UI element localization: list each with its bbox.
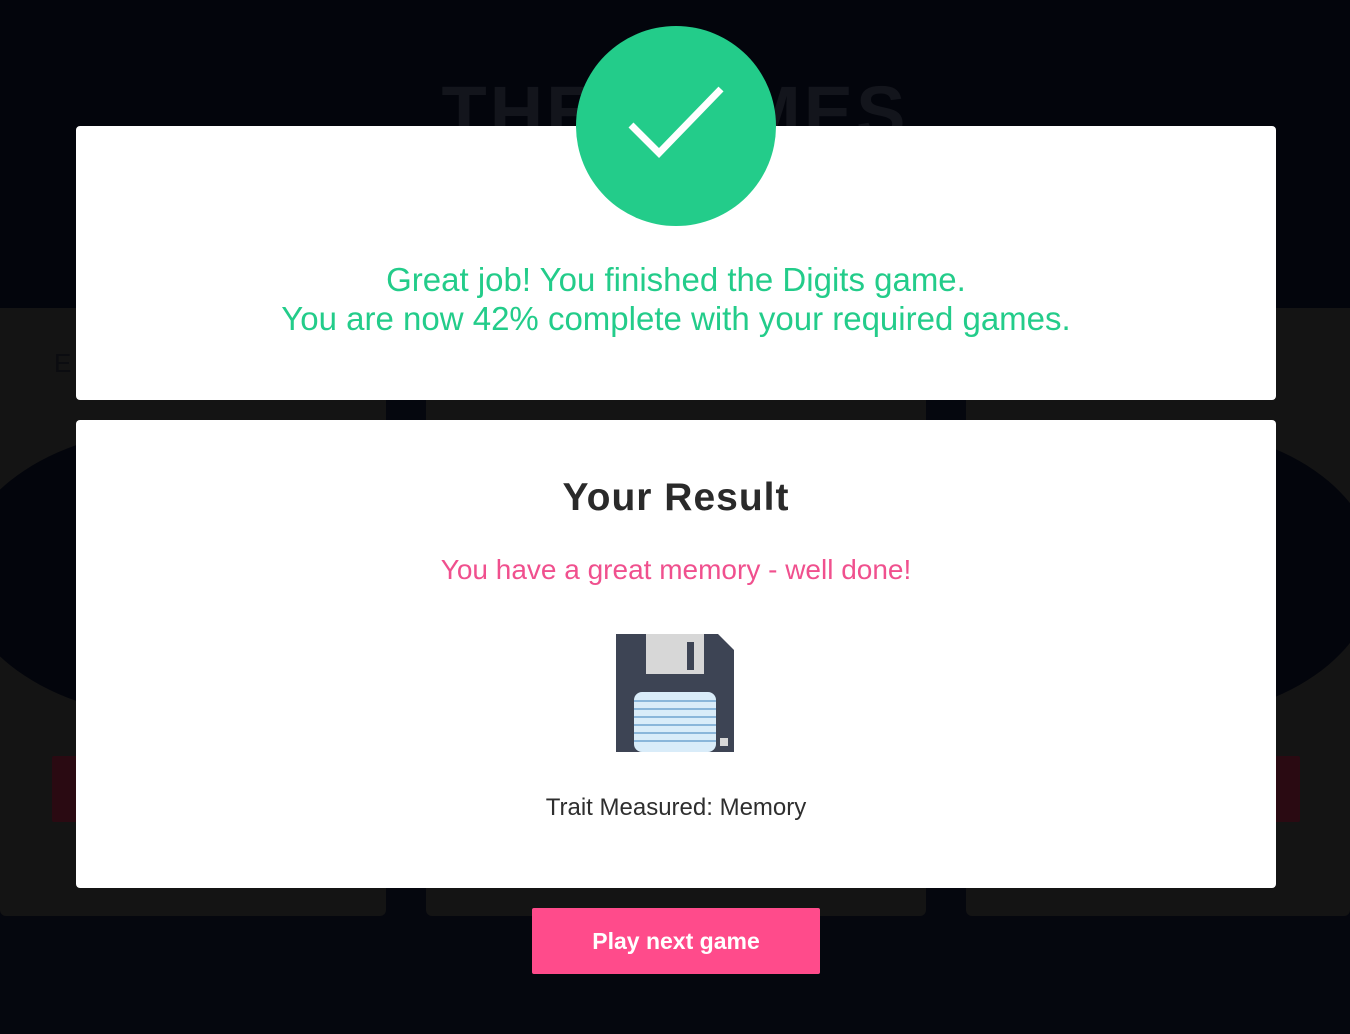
success-message-line2: You are now 42% complete with your requi… xyxy=(281,300,1071,337)
game-complete-screen: THE GAMES E Great job! You finished the … xyxy=(0,0,1350,1034)
background-card-label: E xyxy=(54,348,72,378)
result-panel: Your Result You have a great memory - we… xyxy=(76,420,1276,888)
checkmark-icon xyxy=(628,86,724,158)
success-badge xyxy=(576,26,776,226)
success-message-line1: Great job! You finished the Digits game. xyxy=(386,261,966,298)
result-title: Your Result xyxy=(562,476,790,519)
floppy-disk-icon xyxy=(616,634,734,752)
trait-measured: Trait Measured: Memory xyxy=(545,794,807,821)
result-message: You have a great memory - well done! xyxy=(440,554,912,585)
play-next-game-button[interactable]: Play next game xyxy=(532,908,820,974)
